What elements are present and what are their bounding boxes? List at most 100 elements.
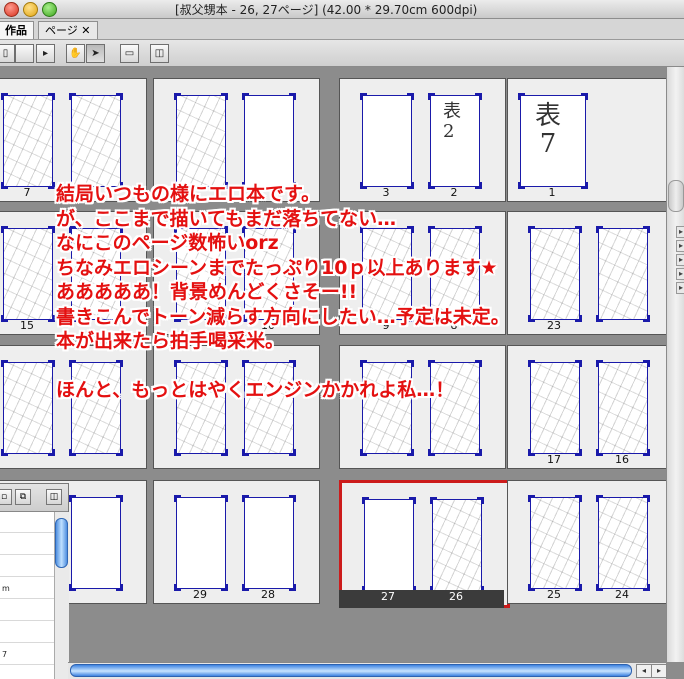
tab-work[interactable]: 作品: [0, 21, 34, 39]
page-number: 16: [615, 453, 629, 466]
page-thumbnail[interactable]: [1, 226, 55, 322]
crop-mark-icon: [575, 495, 582, 502]
panel-split-icon[interactable]: ◫: [46, 489, 62, 505]
window-title: [叔父甥本 - 26, 27ページ] (42.00 * 29.70cm 600d…: [175, 3, 478, 17]
cover-sketch-line: 2: [443, 121, 455, 142]
scroll-right-icon[interactable]: ▸: [651, 664, 667, 678]
crop-mark-icon: [289, 584, 296, 591]
page-thumbnail[interactable]: [430, 497, 484, 593]
page-thumbnail[interactable]: [174, 495, 228, 591]
page-thumbnail[interactable]: 表7: [518, 93, 588, 189]
page-prev-icon[interactable]: ▯: [0, 44, 15, 63]
panel-row[interactable]: 7: [0, 644, 54, 665]
crop-mark-icon: [528, 495, 535, 502]
panel-option-icon[interactable]: ▫: [0, 489, 12, 505]
page-number: 28: [261, 588, 275, 601]
crop-mark-icon: [643, 495, 650, 502]
tab-page[interactable]: ページ ✕: [38, 21, 98, 39]
duplicate-icon[interactable]: ⧉: [15, 489, 31, 505]
crop-mark-icon: [242, 93, 249, 100]
tab-bar: 作品 ページ ✕: [0, 19, 684, 40]
page-thumbnail[interactable]: [1, 360, 55, 456]
overlay-line: なにこのページ数怖いorz: [56, 232, 279, 254]
page-spread-card[interactable]: 29 28: [153, 480, 320, 604]
cover-sketch-text: 表2: [443, 102, 461, 142]
page-thumbnail[interactable]: 表2: [428, 93, 482, 189]
page-blank-icon[interactable]: [15, 44, 34, 63]
scroll-left-icon[interactable]: ◂: [636, 664, 652, 678]
split-icon[interactable]: ◫: [150, 44, 169, 63]
toolbar: ▯ ▸ ✋ ➤ ▭ ◫: [0, 40, 684, 67]
play-icon[interactable]: ▸: [36, 44, 55, 63]
page-thumbnail[interactable]: [69, 495, 123, 591]
crop-mark-icon: [48, 360, 55, 367]
panel-row[interactable]: [0, 556, 54, 577]
crop-mark-icon: [518, 93, 525, 100]
crop-mark-icon: [116, 584, 123, 591]
pointer-icon[interactable]: ➤: [86, 44, 105, 63]
page-thumbnail[interactable]: [174, 93, 228, 189]
crop-mark-icon: [430, 497, 437, 504]
cover-sketch-line: 7: [539, 129, 557, 159]
crop-mark-icon: [242, 449, 249, 456]
overlay-line: が、ここまで描いてもまだ落ちてない…: [56, 207, 397, 230]
panel-row[interactable]: [0, 622, 54, 643]
crop-mark-icon: [221, 495, 228, 502]
minimize-window-button[interactable]: [23, 2, 38, 17]
crop-mark-icon: [116, 449, 123, 456]
side-arrow-icon[interactable]: ▸: [676, 226, 684, 238]
panel-row[interactable]: [0, 600, 54, 621]
crop-mark-icon: [428, 93, 435, 100]
close-window-button[interactable]: [4, 2, 19, 17]
cover-sketch-line: 表: [535, 101, 562, 131]
overlay-line: 結局いつもの様にエロ本です。: [56, 183, 321, 205]
cover-sketch-text: 表7: [535, 102, 561, 158]
crop-mark-icon: [1, 226, 8, 233]
page-spread-card[interactable]: 25 24: [507, 480, 669, 604]
crop-mark-icon: [174, 495, 181, 502]
crop-mark-icon: [407, 93, 414, 100]
crop-mark-icon: [221, 584, 228, 591]
layer-panel: ▫ ⧉ ◫ m 7: [0, 483, 69, 679]
page-thumbnail[interactable]: [69, 93, 123, 189]
panel-row[interactable]: [0, 534, 54, 555]
panel-row[interactable]: m: [0, 578, 54, 599]
page-spread-card[interactable]: 27 26: [339, 480, 510, 608]
crop-mark-icon: [69, 495, 76, 502]
page-number: 24: [615, 588, 629, 601]
page-number: 15: [20, 319, 34, 332]
crop-mark-icon: [475, 93, 482, 100]
page-thumbnail[interactable]: [596, 495, 650, 591]
horizontal-scroll-thumb[interactable]: [70, 664, 632, 677]
crop-mark-icon: [69, 584, 76, 591]
crop-mark-icon: [48, 93, 55, 100]
crop-mark-icon: [221, 449, 228, 456]
page-number: 26: [449, 590, 463, 603]
side-arrow-icon[interactable]: ▸: [676, 240, 684, 252]
zoom-window-button[interactable]: [42, 2, 57, 17]
page-thumbnail[interactable]: [242, 93, 296, 189]
crop-mark-icon: [409, 497, 416, 504]
window-icon[interactable]: ▭: [120, 44, 139, 63]
cover-sketch-line: 表: [443, 101, 461, 122]
page-thumbnail[interactable]: [242, 495, 296, 591]
panel-scroll-thumb[interactable]: [55, 518, 68, 568]
page-number: 25: [547, 588, 561, 601]
hand-icon[interactable]: ✋: [66, 44, 85, 63]
crop-mark-icon: [289, 449, 296, 456]
crop-mark-icon: [428, 449, 435, 456]
side-arrow-icon[interactable]: ▸: [676, 268, 684, 280]
panel-row[interactable]: [0, 512, 54, 533]
side-arrow-icon[interactable]: ▸: [676, 282, 684, 294]
crop-mark-icon: [581, 93, 588, 100]
crop-mark-icon: [221, 93, 228, 100]
crop-mark-icon: [643, 584, 650, 591]
page-thumbnail[interactable]: [1, 93, 55, 189]
side-arrow-icon[interactable]: ▸: [676, 254, 684, 266]
crop-mark-icon: [242, 495, 249, 502]
page-thumbnail[interactable]: [362, 497, 416, 593]
page-thumbnail[interactable]: [360, 93, 414, 189]
overlay-line: ちなみエロシーンまでたっぷり10ｐ以上あります★: [56, 256, 498, 279]
crop-mark-icon: [1, 449, 8, 456]
page-thumbnail[interactable]: [528, 495, 582, 591]
